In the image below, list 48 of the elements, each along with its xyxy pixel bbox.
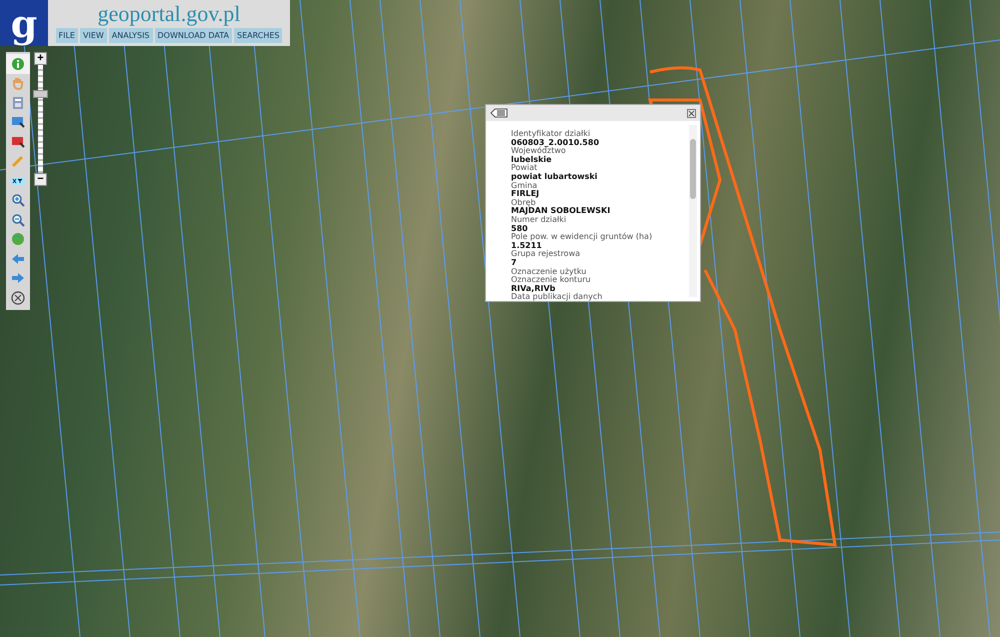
aerial-map-placeholder[interactable] (0, 0, 1000, 637)
field-label: Pole pow. w ewidencji gruntów (ha) (511, 233, 654, 242)
menu-item[interactable]: SEARCHES (234, 28, 282, 43)
field-label: Województwo (511, 147, 566, 156)
field-value: RIVa,RIVb (511, 284, 556, 293)
close-button[interactable] (687, 108, 696, 118)
field-label: Data publikacji danych (511, 293, 604, 301)
site-title: geoportal.gov.pl (98, 2, 240, 26)
field-value: 1.5211 (511, 242, 542, 250)
field-label: Powiat (511, 164, 538, 172)
field-label: Obręb (511, 198, 536, 207)
field-label: Gmina (511, 182, 538, 190)
forward-icon (11, 271, 25, 286)
close-icon (687, 108, 696, 118)
field-label: Oznaczenie konturu (511, 276, 592, 284)
pencil-icon (11, 154, 25, 168)
logo-badge[interactable]: g (0, 0, 48, 46)
zoom-out-icon (11, 212, 25, 227)
field-value: 7 (511, 258, 517, 268)
list-toggle-button[interactable] (490, 108, 508, 118)
zoom-in-icon (11, 193, 25, 208)
field-value: 580 (511, 224, 529, 233)
menu-item[interactable]: DOWNLOAD DATA (154, 28, 232, 43)
field-label: Oznaczenie użytku (511, 268, 586, 276)
calculator-icon (11, 96, 25, 110)
field-value: lubelskie (511, 156, 552, 164)
list-icon (490, 108, 508, 118)
reset-icon (11, 290, 25, 305)
field-label: Grupa rejestrowa (511, 250, 582, 259)
field-label: Identyfikator działki (511, 130, 592, 139)
pan-icon (11, 76, 25, 90)
zoom-in-button[interactable]: + (34, 52, 47, 65)
back-icon (11, 252, 25, 266)
menu-item[interactable]: VIEW (80, 28, 107, 43)
select-icon (11, 115, 25, 130)
menu-item[interactable]: ANALYSIS (108, 28, 153, 43)
field-value: MAJDAN SOBOLEWSKI (511, 207, 612, 216)
field-value: FIRLEJ (511, 190, 540, 198)
scrollbar[interactable] (689, 125, 697, 297)
info-icon (11, 56, 25, 71)
menu-item[interactable]: FILE (56, 28, 78, 43)
zoom-out-button[interactable]: − (34, 173, 47, 186)
zoom-slider-thumb[interactable] (33, 90, 48, 98)
field-value: 060803_2.0010.580 (511, 138, 600, 147)
field-label: Numer działki (511, 216, 568, 225)
zoom-slider[interactable] (33, 65, 48, 173)
field-value: powiat lubartowski (511, 172, 598, 182)
globe-icon (11, 232, 25, 246)
